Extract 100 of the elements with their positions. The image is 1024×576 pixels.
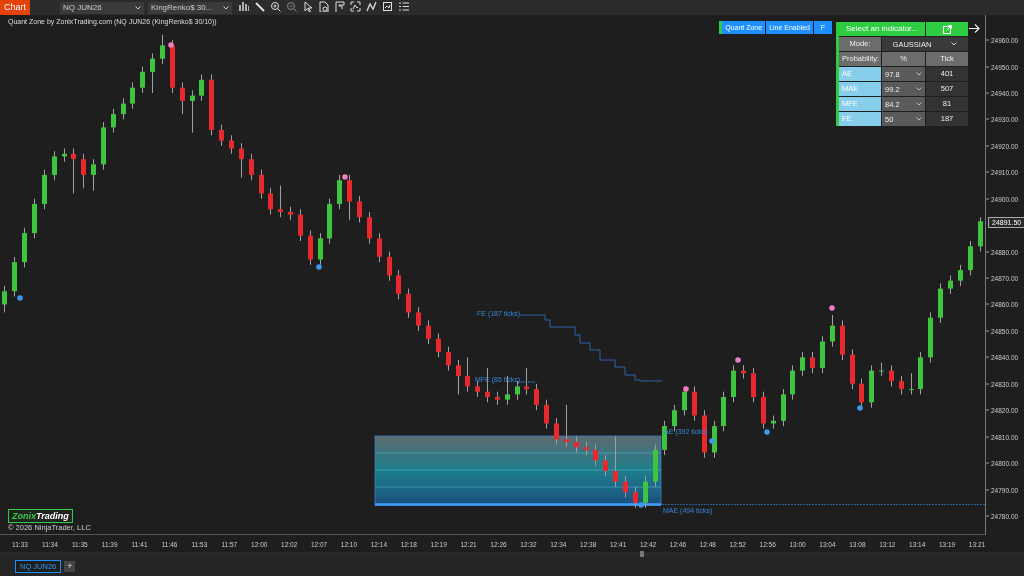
candle bbox=[830, 314, 835, 348]
list-icon[interactable] bbox=[398, 1, 409, 12]
cursor-icon[interactable] bbox=[302, 1, 313, 12]
candle bbox=[721, 391, 726, 432]
trough-marker bbox=[857, 405, 863, 411]
candle bbox=[406, 288, 411, 319]
candle bbox=[199, 74, 204, 102]
candle bbox=[298, 208, 303, 242]
candle bbox=[613, 436, 618, 488]
candle bbox=[534, 383, 539, 411]
candle bbox=[2, 285, 7, 313]
candle bbox=[101, 121, 106, 171]
candle bbox=[800, 351, 805, 377]
trough-marker bbox=[638, 502, 644, 508]
peak-marker bbox=[735, 357, 741, 363]
candle bbox=[327, 198, 332, 245]
candle bbox=[22, 227, 27, 268]
caret-icon bbox=[916, 87, 922, 91]
candle bbox=[396, 269, 401, 300]
candle bbox=[603, 454, 608, 477]
candle bbox=[32, 198, 37, 239]
candle bbox=[288, 206, 293, 221]
candle bbox=[475, 380, 480, 398]
instrument-dropdown[interactable]: NQ JUN26 bbox=[60, 1, 144, 14]
candle bbox=[928, 311, 933, 364]
trough-marker bbox=[316, 264, 322, 270]
candle bbox=[859, 378, 864, 409]
logo: ZonixTrading bbox=[8, 509, 73, 523]
candle bbox=[121, 97, 126, 120]
candle bbox=[682, 385, 687, 416]
candle bbox=[672, 404, 677, 432]
candle bbox=[219, 124, 224, 147]
candle bbox=[899, 375, 904, 395]
bar-chart-icon[interactable] bbox=[238, 1, 249, 12]
data-box-icon[interactable] bbox=[382, 1, 393, 12]
add-tab-button[interactable]: + bbox=[64, 560, 76, 572]
candle bbox=[958, 264, 963, 287]
trough-marker bbox=[17, 295, 23, 301]
candle bbox=[357, 195, 362, 223]
candle bbox=[761, 391, 766, 430]
candle bbox=[91, 158, 96, 192]
candle bbox=[879, 362, 884, 377]
candle bbox=[751, 367, 756, 403]
candle bbox=[623, 475, 628, 498]
candle bbox=[278, 185, 283, 218]
candle bbox=[416, 306, 421, 332]
candle bbox=[150, 52, 155, 94]
caret-icon bbox=[916, 72, 922, 76]
scrollbar-thumb[interactable] bbox=[640, 551, 644, 557]
arrow-icon[interactable] bbox=[969, 24, 980, 33]
chart-button[interactable]: Chart bbox=[0, 0, 30, 15]
candle bbox=[938, 282, 943, 324]
frame-icon[interactable] bbox=[350, 1, 361, 12]
candle bbox=[593, 444, 598, 467]
candle bbox=[771, 415, 776, 430]
candle bbox=[810, 351, 815, 374]
candle bbox=[564, 404, 569, 448]
zoom-in-icon[interactable] bbox=[270, 1, 281, 12]
candle bbox=[367, 211, 372, 245]
candle bbox=[81, 153, 86, 189]
bar-type-dropdown[interactable]: KingRenko$ 30... bbox=[148, 1, 232, 14]
candle bbox=[160, 34, 165, 65]
caret-icon bbox=[135, 5, 141, 10]
caret-icon bbox=[951, 42, 958, 46]
peak-marker bbox=[168, 42, 174, 48]
candle bbox=[71, 148, 76, 194]
candle bbox=[229, 134, 234, 155]
candle bbox=[781, 388, 786, 427]
candle bbox=[377, 232, 382, 263]
candle bbox=[209, 74, 214, 136]
candle bbox=[308, 229, 313, 266]
candle bbox=[12, 256, 17, 298]
peak-marker bbox=[342, 174, 348, 180]
candle bbox=[495, 391, 500, 406]
candle bbox=[643, 475, 648, 509]
zoom-out-icon[interactable] bbox=[286, 1, 297, 12]
candle bbox=[741, 364, 746, 379]
pencil-icon[interactable] bbox=[254, 1, 265, 12]
candle bbox=[790, 364, 795, 401]
candle bbox=[850, 348, 855, 390]
peak-marker bbox=[683, 386, 689, 392]
candle bbox=[62, 148, 67, 163]
candle bbox=[111, 108, 116, 134]
candle bbox=[259, 169, 264, 200]
candle bbox=[446, 346, 451, 372]
candle bbox=[692, 385, 697, 422]
candle bbox=[820, 335, 825, 374]
caret-icon bbox=[916, 102, 922, 106]
trough-marker bbox=[764, 429, 770, 435]
candle bbox=[456, 359, 461, 395]
candle bbox=[180, 81, 185, 115]
line-chart-icon[interactable] bbox=[366, 1, 377, 12]
candle bbox=[889, 364, 894, 387]
flag-icon[interactable] bbox=[334, 1, 345, 12]
candle bbox=[170, 39, 175, 94]
candle bbox=[574, 436, 579, 453]
candle bbox=[909, 372, 914, 395]
document-icon[interactable] bbox=[318, 1, 329, 12]
caret-icon bbox=[916, 117, 922, 121]
candle bbox=[249, 153, 254, 181]
